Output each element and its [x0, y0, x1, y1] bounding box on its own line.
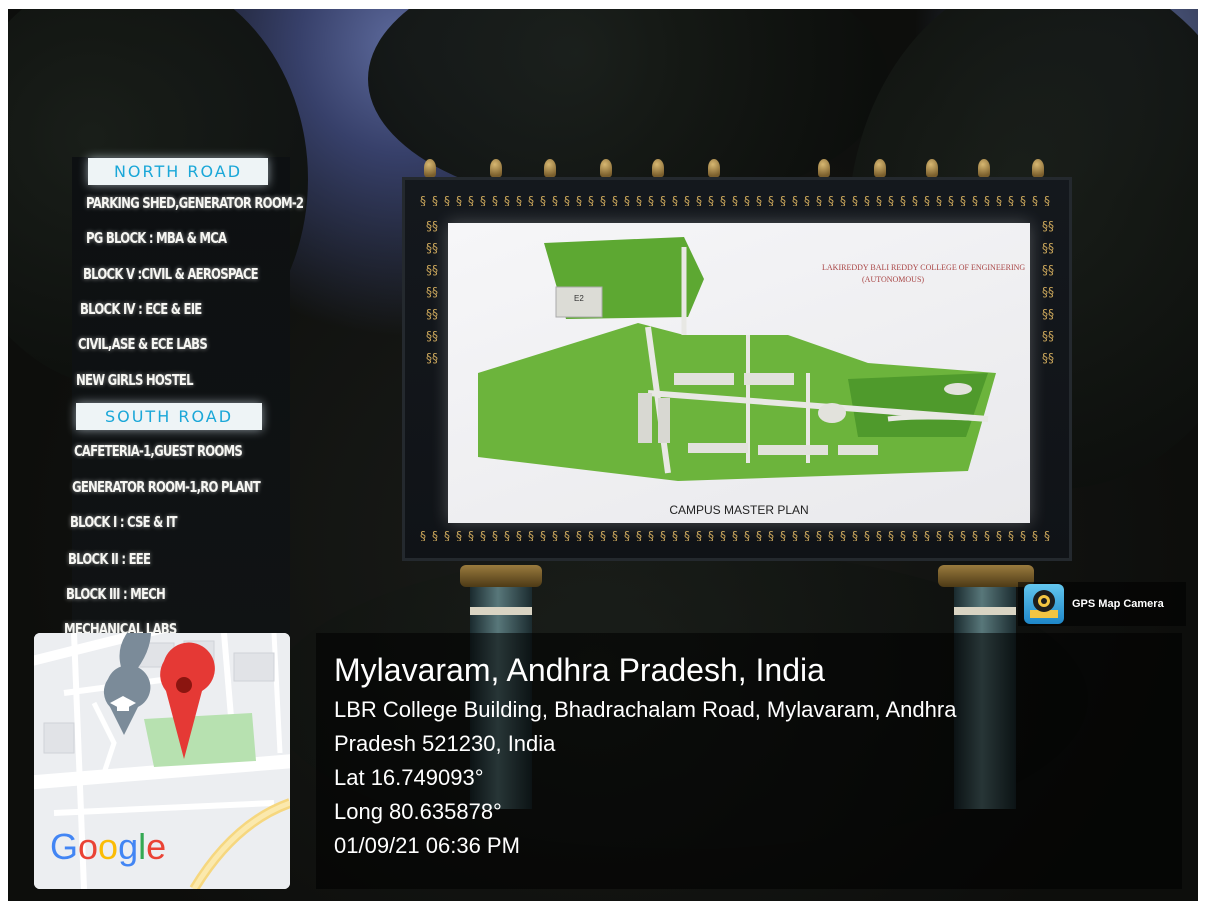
address-line-1: LBR College Building, Bhadrachalam Road,… — [334, 697, 957, 722]
campus-building — [758, 445, 828, 455]
billboard-ornament-left: §§§§§§§§§§§§§§ — [426, 219, 438, 365]
finial-ornament — [652, 159, 664, 177]
google-logo-letters: Google — [50, 826, 167, 867]
finial-ornament — [544, 159, 556, 177]
finial-ornament — [708, 159, 720, 177]
campus-master-plan: LAKIREDDY BALI REDDY COLLEGE OF ENGINEER… — [448, 223, 1030, 523]
gps-brand-label: GPS Map Camera — [1072, 598, 1164, 610]
campus-building — [674, 373, 734, 385]
finial-ornament — [490, 159, 502, 177]
campus-lawn-east — [848, 373, 988, 437]
campus-building — [658, 398, 670, 443]
finial-ornament — [600, 159, 612, 177]
billboard-ornament-top: §§§§§§§§§§§§§§§§§§§§§§§§§§§§§§§§§§§§§§§§… — [420, 194, 1056, 206]
directory-item: PARKING SHED,GENERATOR ROOM-2 — [86, 194, 304, 212]
finial-ornament — [926, 159, 938, 177]
college-subtitle-text: (AUTONOMOUS) — [862, 275, 925, 284]
location-title: Mylavaram, Andhra Pradesh, India — [334, 652, 825, 688]
directory-item: BLOCK V :CIVIL & AEROSPACE — [83, 265, 259, 283]
building-label: E2 — [574, 294, 584, 303]
location-info-panel: Mylavaram, Andhra Pradesh, India LBR Col… — [316, 633, 1182, 889]
google-logo: Google — [50, 826, 166, 868]
directory-item: BLOCK III : MECH — [66, 585, 166, 603]
north-road-header: NORTH ROAD — [88, 158, 268, 185]
directory-item: CIVIL,ASE & ECE LABS — [78, 335, 208, 353]
longitude-text: Long 80.635878° — [334, 799, 502, 824]
finial-ornament — [818, 159, 830, 177]
address-line-2: Pradesh 521230, India — [334, 731, 556, 756]
campus-building — [838, 445, 878, 455]
campus-road-curve — [887, 414, 989, 422]
campus-building — [638, 393, 652, 443]
timestamp-text: 01/09/21 06:36 PM — [334, 833, 520, 858]
finial-ornament — [874, 159, 886, 177]
college-name-text: LAKIREDDY BALI REDDY COLLEGE OF ENGINEER… — [822, 263, 1026, 272]
pillar-band — [954, 607, 1016, 615]
billboard-ornament-right: §§§§§§§§§§§§§§ — [1042, 219, 1054, 365]
directory-item: NEW GIRLS HOSTEL — [76, 371, 194, 389]
finial-ornament — [1032, 159, 1044, 177]
directory-item: BLOCK IV : ECE & EIE — [80, 300, 202, 318]
finial-ornament — [978, 159, 990, 177]
finial-ornament — [424, 159, 436, 177]
campus-green-area — [144, 713, 256, 767]
campus-building — [744, 373, 794, 385]
campus-building — [688, 443, 748, 453]
campus-building — [944, 383, 972, 395]
campus-building — [818, 403, 846, 423]
gps-map-camera-badge: GPS Map Camera — [1018, 582, 1186, 626]
pillar-band — [470, 607, 532, 615]
camera-pin-icon — [1024, 584, 1064, 624]
pillar-capital — [460, 565, 542, 587]
directory-item: PG BLOCK : MBA & MCA — [86, 229, 227, 247]
location-minimap[interactable]: Google — [34, 633, 290, 889]
directory-item: GENERATOR ROOM-1,RO PLANT — [72, 478, 261, 496]
billboard-ornament-bottom: §§§§§§§§§§§§§§§§§§§§§§§§§§§§§§§§§§§§§§§§… — [420, 529, 1056, 541]
campus-master-plan-caption: CAMPUS MASTER PLAN — [669, 503, 809, 517]
directory-item: CAFETERIA-1,GUEST ROOMS — [74, 442, 243, 460]
directory-item: BLOCK I : CSE & IT — [70, 513, 177, 531]
south-road-header: SOUTH ROAD — [76, 403, 262, 430]
directory-item: BLOCK II : EEE — [68, 550, 151, 568]
latitude-text: Lat 16.749093° — [334, 765, 484, 790]
